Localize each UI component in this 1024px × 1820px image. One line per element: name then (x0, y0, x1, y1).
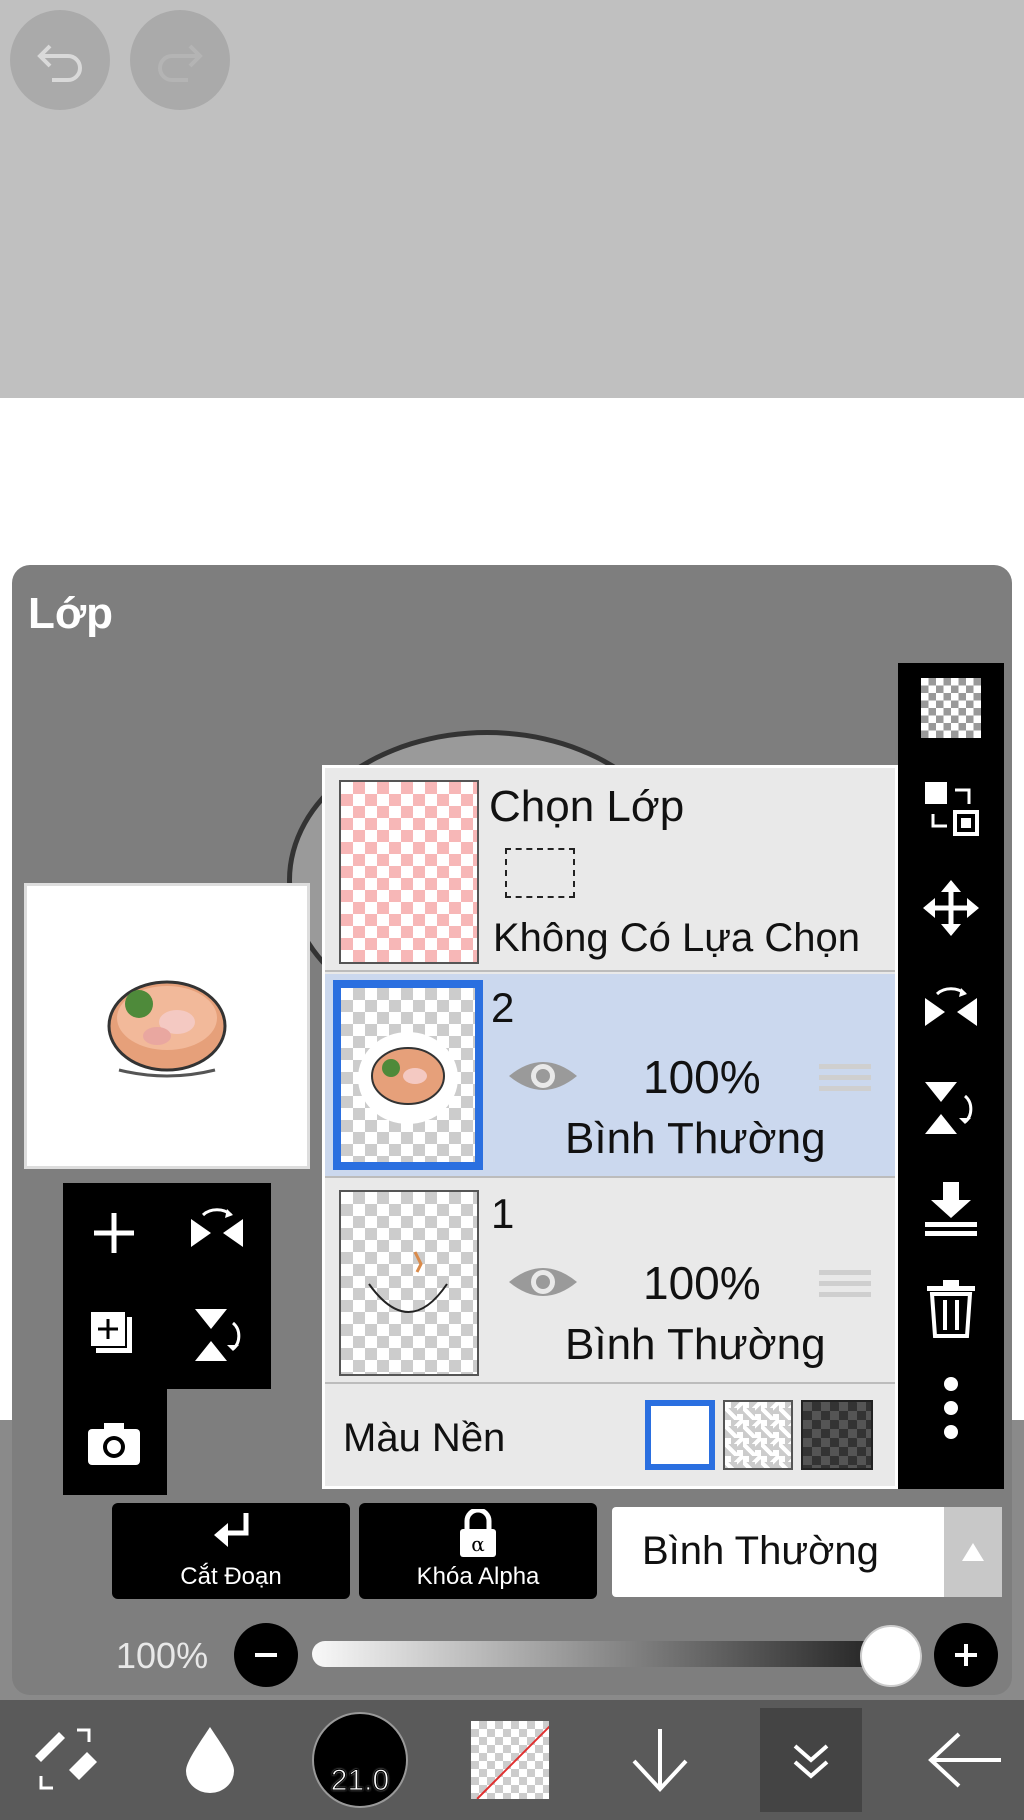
more-options-button[interactable] (916, 1373, 986, 1443)
selection-layer-thumbnail (339, 780, 479, 964)
camera-icon (88, 1423, 140, 1465)
drop-icon (186, 1727, 234, 1793)
background-white-option[interactable] (645, 1400, 715, 1470)
import-photo-button[interactable] (79, 1408, 149, 1478)
swap-icon (925, 782, 979, 836)
flip-vertical-button[interactable] (916, 1073, 986, 1143)
layer-row[interactable]: 2 100% Bình Thường (325, 974, 895, 1178)
swap-layer-button[interactable] (916, 773, 986, 843)
layer-thumbnail (339, 1190, 479, 1376)
visibility-eye-icon[interactable] (507, 1260, 579, 1304)
layer-opacity: 100% (643, 1051, 761, 1103)
layer-list: Chọn Lớp Không Có Lựa Chọn 2 100% Bình T… (322, 765, 898, 1489)
right-toolbar (898, 663, 1004, 1489)
brush-size-indicator: 21.0 (312, 1712, 408, 1808)
layer-number: 1 (491, 1190, 515, 1237)
layer-opacity: 100% (643, 1257, 761, 1309)
bottom-toolbar: 21.0 (0, 1700, 1024, 1820)
blend-mode-dropdown[interactable] (944, 1507, 1002, 1597)
color-picker-button[interactable] (160, 1700, 260, 1820)
flip-horizontal-icon (191, 1208, 243, 1247)
layer-row[interactable]: 1 100% Bình Thường (325, 1180, 895, 1384)
merge-down-button[interactable] (916, 1173, 986, 1243)
background-color-row: Màu Nền (325, 1386, 895, 1486)
arrow-left-icon (928, 1732, 1001, 1788)
flip-vertical-icon (925, 1082, 973, 1134)
drag-handle-icon[interactable] (819, 1058, 871, 1098)
alpha-lock-label: Khóa Alpha (416, 1563, 540, 1590)
opacity-slider[interactable] (312, 1641, 922, 1667)
top-area (0, 0, 1024, 398)
double-chevron-down-icon (793, 1744, 829, 1779)
brush-size-button[interactable]: 21.0 (305, 1700, 415, 1820)
lock-icon: α (460, 1509, 496, 1557)
brush-eraser-toggle[interactable] (10, 1700, 120, 1820)
layers-toggle-button[interactable] (760, 1708, 862, 1812)
duplicate-layer-icon (89, 1310, 132, 1353)
layer-2-preview-image (358, 1032, 458, 1124)
selection-layer-subtitle: Không Có Lựa Chọn (493, 916, 861, 960)
trash-icon (927, 1280, 975, 1338)
move-icon (923, 880, 979, 936)
redo-button[interactable] (130, 10, 230, 110)
visibility-eye-icon[interactable] (507, 1054, 579, 1098)
opacity-row: 100% (12, 1617, 1012, 1695)
primary-color-swatch[interactable] (468, 1700, 552, 1820)
arrow-down-icon (632, 1729, 688, 1792)
delete-layer-button[interactable] (916, 1273, 986, 1343)
drag-handle-icon[interactable] (819, 1264, 871, 1304)
flip-vertical-button[interactable] (182, 1300, 252, 1370)
panel-title: Lớp (28, 589, 114, 638)
background-transparent-option[interactable] (723, 1400, 793, 1470)
clipping-button[interactable]: Cắt Đoạn (112, 1503, 350, 1599)
canvas-preview[interactable] (24, 883, 310, 1169)
merge-down-icon (925, 1182, 977, 1236)
blend-mode-value: Bình Thường (642, 1529, 879, 1573)
triangle-up-icon (962, 1543, 984, 1561)
layer-number: 2 (491, 984, 515, 1031)
duplicate-layer-button[interactable] (79, 1300, 149, 1370)
clipping-label: Cắt Đoạn (180, 1563, 282, 1590)
layer-1-preview-image (368, 1251, 448, 1313)
selection-layer-row[interactable]: Chọn Lớp Không Có Lựa Chọn (325, 768, 895, 972)
opacity-value: 100% (116, 1635, 209, 1676)
brush-eraser-icon (35, 1728, 97, 1790)
transparent-color-icon (471, 1721, 549, 1799)
flip-horizontal-button[interactable] (916, 973, 986, 1043)
undo-icon (37, 44, 82, 82)
ramen-bowl-image (107, 980, 227, 1078)
opacity-decrease-button[interactable] (234, 1623, 298, 1687)
blend-mode-select[interactable]: Bình Thường (612, 1507, 1002, 1597)
flip-horizontal-button[interactable] (182, 1198, 252, 1268)
move-button[interactable] (916, 873, 986, 943)
checker-icon (921, 678, 981, 738)
undo-button[interactable] (10, 10, 110, 110)
redo-icon (158, 44, 203, 82)
flip-vertical-icon (195, 1309, 241, 1361)
layer-down-button[interactable] (610, 1700, 710, 1820)
clipping-arrow-icon (214, 1513, 249, 1547)
brush-size-value: 21.0 (330, 1764, 390, 1798)
transparency-button[interactable] (916, 673, 986, 743)
svg-text:α: α (471, 1532, 485, 1556)
layer-blend-mode: Bình Thường (565, 1114, 826, 1163)
back-button[interactable] (910, 1700, 1020, 1820)
layer-blend-mode: Bình Thường (565, 1320, 826, 1369)
plus-icon (955, 1644, 977, 1666)
selection-marquee-icon (505, 848, 575, 898)
more-vertical-icon (944, 1377, 958, 1439)
flip-horizontal-icon (925, 987, 977, 1026)
alpha-lock-button[interactable]: α Khóa Alpha (359, 1503, 597, 1599)
add-layer-button[interactable] (79, 1198, 149, 1268)
selection-layer-title: Chọn Lớp (489, 782, 685, 831)
opacity-slider-handle[interactable] (860, 1625, 922, 1687)
background-label: Màu Nền (343, 1416, 506, 1460)
minus-icon (255, 1653, 277, 1657)
layer-panel: Lớp Chọn Lớp Không Có Lựa Chọn 2 100% Bì… (12, 565, 1012, 1695)
layer-thumbnail (333, 980, 483, 1170)
opacity-increase-button[interactable] (934, 1623, 998, 1687)
plus-icon (94, 1213, 134, 1253)
background-dark-option[interactable] (801, 1400, 873, 1470)
